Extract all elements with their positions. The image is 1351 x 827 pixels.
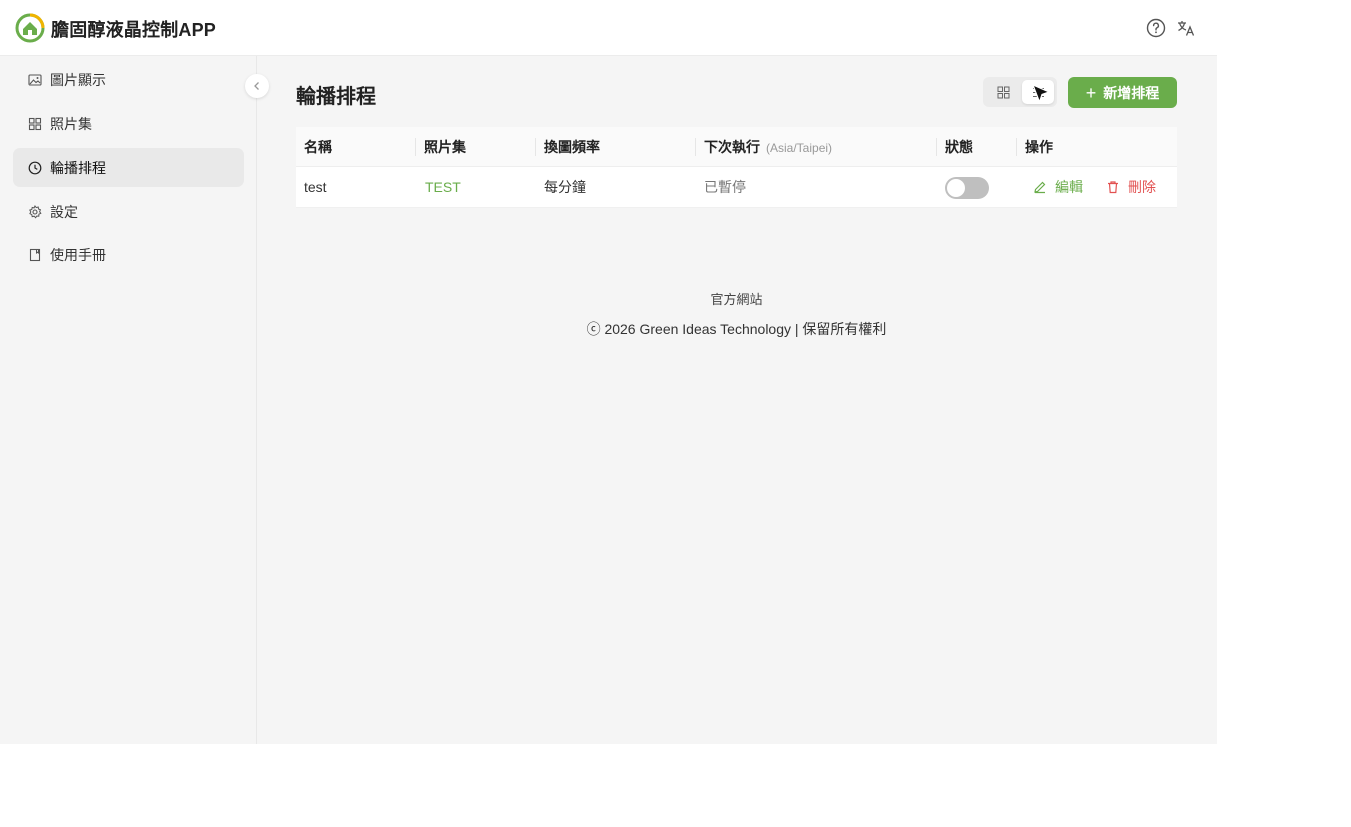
mouse-cursor-icon	[1031, 83, 1051, 104]
translate-icon[interactable]	[1175, 17, 1197, 39]
album-link[interactable]: TEST	[425, 167, 461, 207]
clock-icon	[28, 161, 42, 174]
sidebar-item-image-display[interactable]: 圖片顯示	[13, 60, 244, 99]
official-website-link[interactable]: 官方網站	[0, 289, 1351, 308]
grid-view-button[interactable]	[987, 80, 1019, 104]
add-schedule-label: 新增排程	[1103, 84, 1160, 101]
grid-icon	[28, 117, 42, 130]
timezone-label: (Asia/Taipei)	[766, 141, 833, 155]
column-header-album: 照片集	[424, 139, 466, 155]
help-circle-icon[interactable]	[1145, 17, 1167, 39]
copyright-text: ⓒ 2026 Green Ideas Technology | 保留所有權利	[586, 321, 887, 337]
sidebar-item-label: 照片集	[50, 115, 92, 132]
app-logo-icon	[15, 13, 45, 43]
sidebar-item-label: 輪播排程	[50, 159, 106, 176]
column-header-name: 名稱	[304, 139, 332, 155]
column-header-next-run-label: 下次執行	[704, 139, 760, 155]
column-divider	[535, 138, 536, 156]
column-divider	[415, 138, 416, 156]
sidebar-item-albums[interactable]: 照片集	[13, 104, 244, 143]
sidebar-item-schedule[interactable]: 輪播排程	[13, 148, 244, 187]
column-divider	[1016, 138, 1017, 156]
column-header-actions: 操作	[1025, 139, 1053, 155]
table-header: 名稱 照片集 換圖頻率 下次執行 (Asia/Taipei) 狀態 操作	[296, 127, 1177, 167]
schedule-name: test	[304, 179, 327, 195]
column-divider	[695, 138, 696, 156]
app-window: 膽固醇液晶控制APP 圖片顯示 照片集 輪播排程 設定 使用手冊 輪播排程 + …	[0, 0, 1217, 744]
pencil-icon	[1034, 181, 1046, 194]
status-toggle[interactable]	[945, 177, 989, 199]
top-header: 膽固醇液晶控制APP	[0, 0, 1217, 56]
column-header-next-run: 下次執行 (Asia/Taipei)	[704, 127, 832, 167]
edit-button[interactable]: 編輯	[1033, 167, 1083, 207]
sidebar-item-label: 使用手冊	[50, 246, 106, 263]
table-row: test TEST 每分鐘 已暫停 編輯 刪除	[296, 167, 1177, 208]
sidebar-item-manual[interactable]: 使用手冊	[13, 235, 244, 274]
edit-label: 編輯	[1055, 179, 1083, 195]
delete-button[interactable]: 刪除	[1106, 167, 1156, 207]
column-divider	[936, 138, 937, 156]
column-header-frequency: 換圖頻率	[544, 139, 600, 155]
plus-icon: +	[1085, 82, 1097, 103]
trash-icon	[1108, 181, 1118, 194]
toggle-knob	[947, 179, 965, 197]
next-run-value: 已暫停	[704, 179, 746, 195]
sidebar: 圖片顯示 照片集 輪播排程 設定 使用手冊	[0, 56, 257, 744]
sidebar-collapse-button[interactable]	[245, 74, 269, 98]
book-icon	[29, 248, 41, 261]
add-schedule-button[interactable]: + 新增排程	[1068, 77, 1177, 108]
page-title: 輪播排程	[296, 86, 376, 108]
app-title: 膽固醇液晶控制APP	[51, 20, 217, 40]
schedule-table: 名稱 照片集 換圖頻率 下次執行 (Asia/Taipei) 狀態 操作 test…	[296, 127, 1177, 208]
sidebar-item-label: 圖片顯示	[50, 71, 106, 88]
image-icon	[28, 73, 42, 86]
sidebar-item-label: 設定	[50, 203, 78, 220]
chevron-left-icon	[254, 82, 259, 90]
column-header-status: 狀態	[945, 139, 973, 155]
delete-label: 刪除	[1128, 179, 1156, 195]
sidebar-item-settings[interactable]: 設定	[13, 192, 244, 231]
grid-view-icon	[997, 86, 1009, 98]
gear-icon	[29, 204, 42, 218]
frequency-value: 每分鐘	[544, 179, 586, 195]
